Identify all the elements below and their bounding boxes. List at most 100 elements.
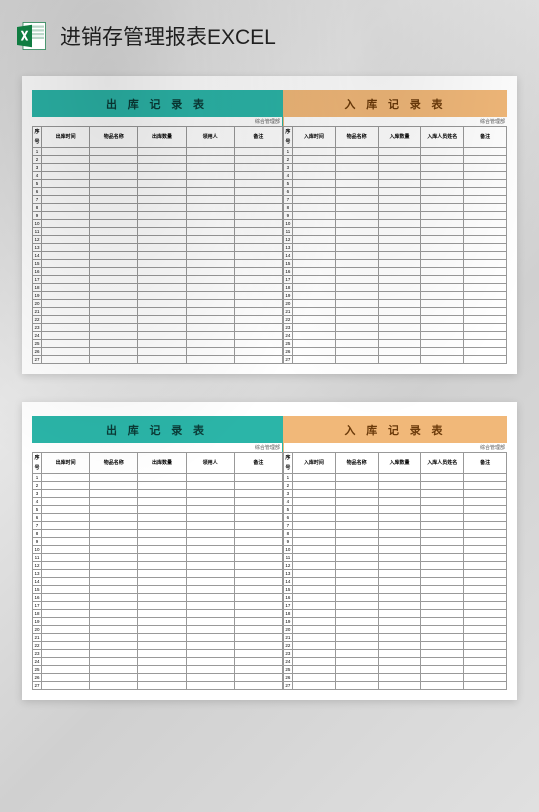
cell [464, 498, 507, 506]
seq-cell: 2 [33, 482, 42, 490]
cell [421, 284, 464, 292]
seq-cell: 7 [33, 522, 42, 530]
seq-cell: 16 [283, 268, 292, 276]
cell [234, 538, 282, 546]
cell [335, 554, 378, 562]
cell [464, 324, 507, 332]
cell [292, 308, 335, 316]
cell [234, 506, 282, 514]
table-row: 9 [33, 538, 283, 546]
cell [335, 634, 378, 642]
seq-cell: 25 [283, 666, 292, 674]
cell [292, 156, 335, 164]
cell [138, 674, 186, 682]
table-row: 26 [33, 674, 283, 682]
table-row: 7 [283, 522, 506, 530]
cell [186, 284, 234, 292]
cell [42, 602, 90, 610]
cell [42, 348, 90, 356]
cell [90, 228, 138, 236]
cell [234, 530, 282, 538]
cell [421, 634, 464, 642]
cell [90, 292, 138, 300]
cell [90, 498, 138, 506]
table-row: 17 [33, 276, 283, 284]
cell [138, 308, 186, 316]
table-row: 2 [33, 156, 283, 164]
cell [234, 148, 282, 156]
cell [335, 348, 378, 356]
cell [42, 316, 90, 324]
cell [138, 546, 186, 554]
cell [90, 666, 138, 674]
sheets-container: 出 库 记 录 表 综合管理部 序号 出库时间 物品名称 出库数量 领用人 备注… [0, 68, 539, 720]
cell [335, 324, 378, 332]
cell [234, 204, 282, 212]
table-row: 15 [33, 260, 283, 268]
cell [90, 562, 138, 570]
cell [138, 268, 186, 276]
cell [378, 268, 421, 276]
seq-cell: 6 [283, 514, 292, 522]
cell [421, 594, 464, 602]
cell [335, 196, 378, 204]
cell [90, 474, 138, 482]
cell [335, 618, 378, 626]
cell [234, 316, 282, 324]
table-row: 13 [283, 570, 506, 578]
cell [421, 316, 464, 324]
table-row: 18 [283, 610, 506, 618]
table-row: 5 [33, 180, 283, 188]
cell [234, 332, 282, 340]
cell [186, 506, 234, 514]
cell [292, 522, 335, 530]
cell [90, 506, 138, 514]
cell [464, 252, 507, 260]
seq-cell: 23 [283, 650, 292, 658]
cell [90, 148, 138, 156]
cell [421, 228, 464, 236]
cell [378, 618, 421, 626]
cell [378, 514, 421, 522]
cell [90, 530, 138, 538]
outbound-body: 1234567891011121314151617181920212223242… [33, 474, 283, 690]
cell [186, 594, 234, 602]
table-row: 22 [283, 642, 506, 650]
cell [421, 522, 464, 530]
cell [292, 148, 335, 156]
cell [421, 562, 464, 570]
cell [138, 276, 186, 284]
cell [335, 594, 378, 602]
table-row: 27 [33, 356, 283, 364]
table-row: 15 [33, 586, 283, 594]
cell [292, 546, 335, 554]
cell [138, 578, 186, 586]
seq-cell: 19 [283, 618, 292, 626]
cell [335, 156, 378, 164]
cell [42, 626, 90, 634]
cell [378, 586, 421, 594]
col-out-qty: 出库数量 [138, 453, 186, 474]
cell [421, 300, 464, 308]
cell [234, 578, 282, 586]
cell [378, 546, 421, 554]
inbound-body: 1234567891011121314151617181920212223242… [283, 474, 506, 690]
seq-cell: 23 [33, 650, 42, 658]
cell [464, 570, 507, 578]
table-row: 12 [33, 236, 283, 244]
table-row: 11 [33, 554, 283, 562]
col-remark: 备注 [234, 127, 282, 148]
cell [138, 634, 186, 642]
cell [292, 618, 335, 626]
cell [42, 530, 90, 538]
cell [421, 332, 464, 340]
seq-cell: 7 [33, 196, 42, 204]
seq-cell: 5 [33, 180, 42, 188]
cell [90, 164, 138, 172]
cell [335, 474, 378, 482]
cell [378, 602, 421, 610]
seq-cell: 20 [33, 300, 42, 308]
cell [42, 180, 90, 188]
inbound-table-block: 入 库 记 录 表 综合管理部 序号 入库时间 物品名称 入库数量 入库人员姓名… [283, 90, 507, 364]
cell [42, 658, 90, 666]
